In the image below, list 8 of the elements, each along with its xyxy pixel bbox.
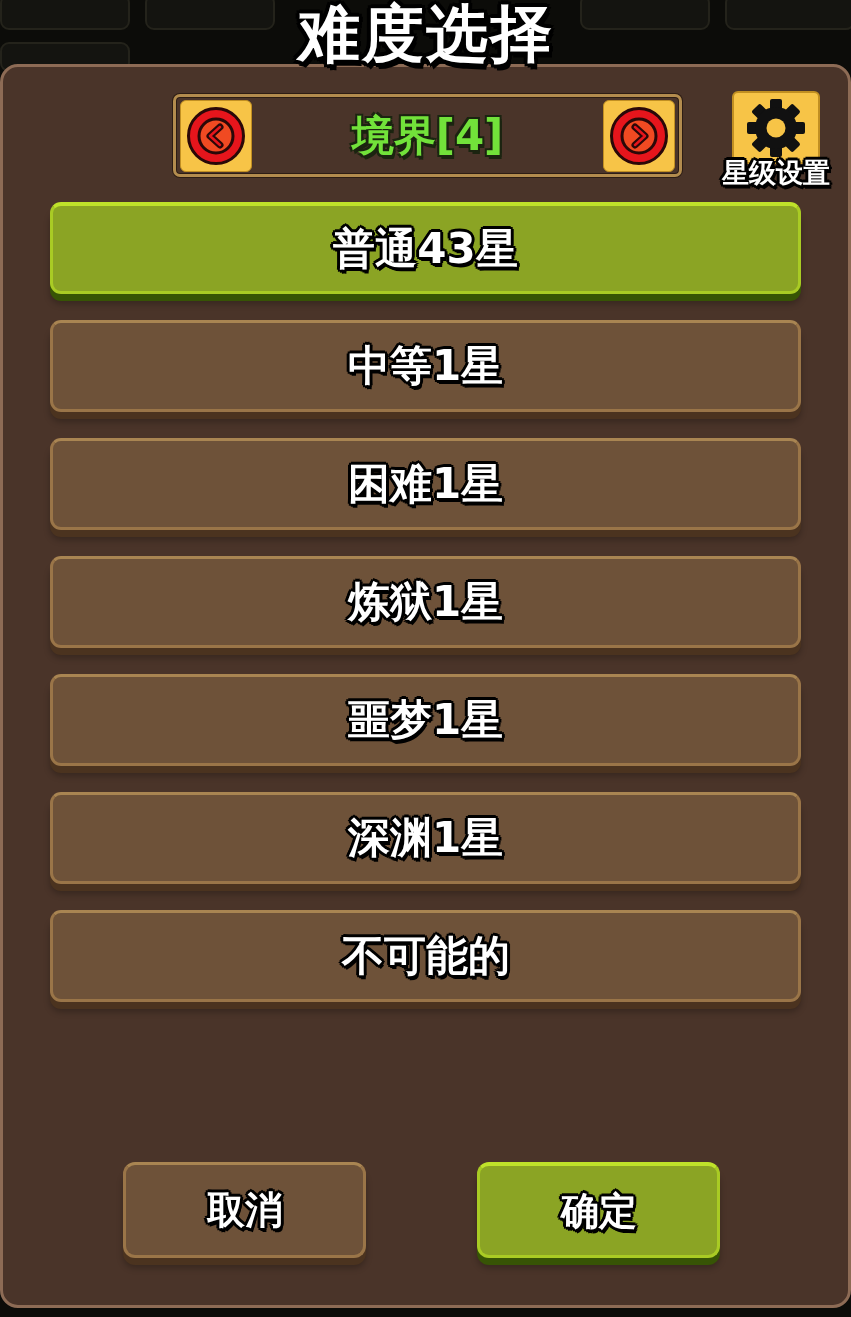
- star-settings-label: 星级设置: [722, 157, 830, 189]
- previous-button[interactable]: [180, 99, 252, 172]
- gear-icon: [745, 96, 807, 159]
- next-button[interactable]: [603, 99, 675, 172]
- realm-label: 境界[4]: [351, 114, 504, 157]
- dialog-title: 难度选择: [297, 0, 554, 68]
- left-chevron-icon: [186, 105, 246, 166]
- right-chevron-icon: [609, 105, 669, 166]
